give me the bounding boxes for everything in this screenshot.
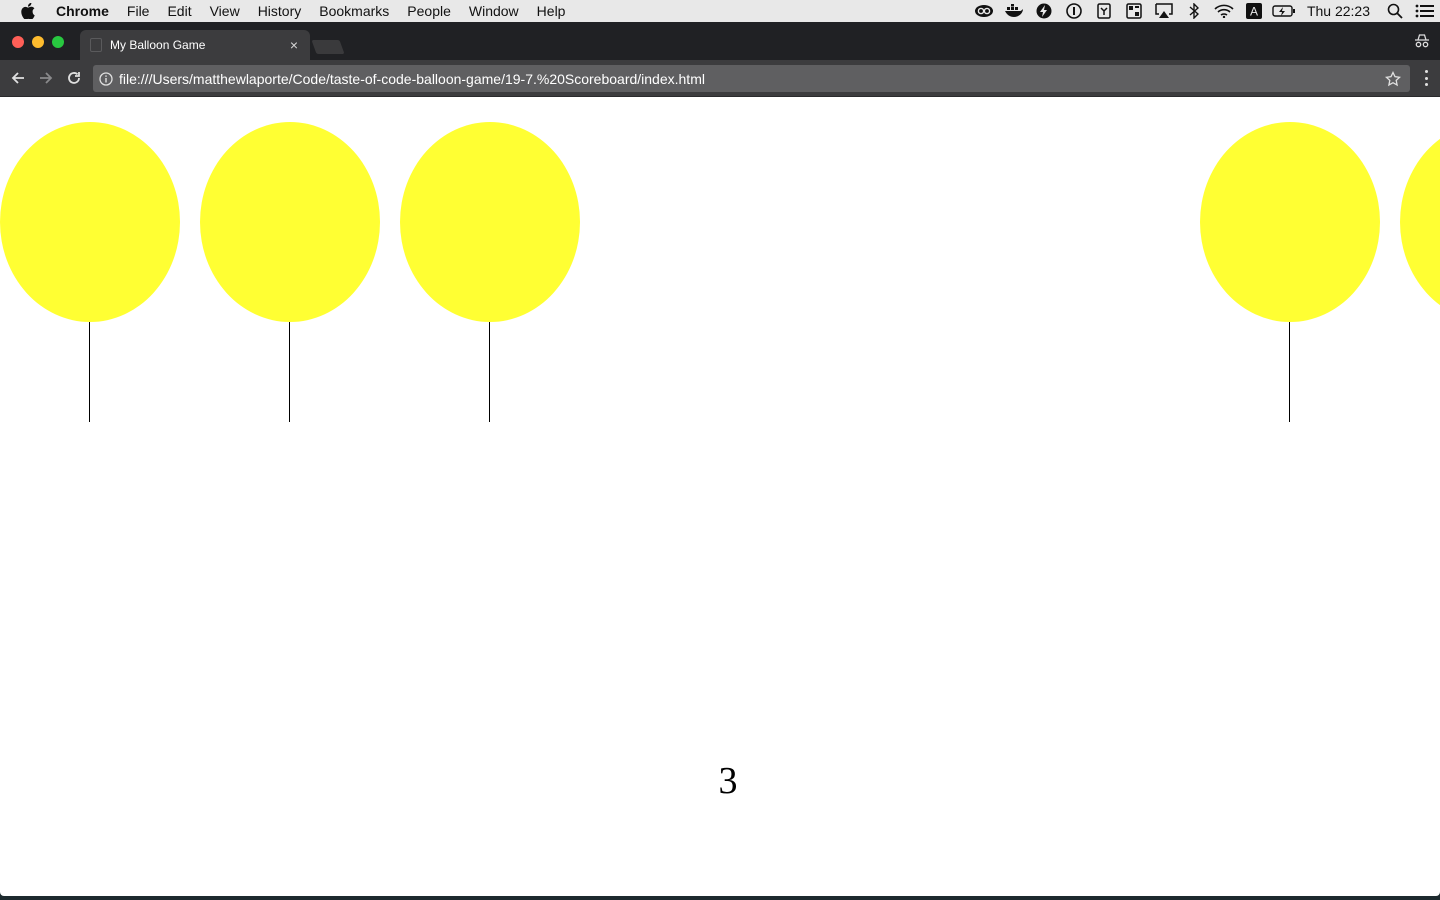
window-minimize-button[interactable] [32,36,44,48]
menu-history[interactable]: History [249,3,311,19]
menu-file[interactable]: File [118,3,159,19]
balloon-string [489,322,490,422]
contacts-icon[interactable] [1089,0,1119,22]
docker-icon[interactable] [999,0,1029,22]
reload-icon[interactable] [65,69,83,87]
menu-app-chrome[interactable]: Chrome [56,3,118,19]
balloon[interactable] [400,122,580,422]
tab-my-balloon-game[interactable]: My Balloon Game × [80,30,310,60]
menu-edit[interactable]: Edit [158,3,200,19]
url-text[interactable]: file:///Users/matthewlaporte/Code/taste-… [119,71,1384,87]
lightning-icon[interactable] [1029,0,1059,22]
window-zoom-button[interactable] [52,36,64,48]
chrome-tab-strip: My Balloon Game × [0,22,1440,60]
address-bar[interactable]: file:///Users/matthewlaporte/Code/taste-… [93,65,1410,92]
forward-arrow-icon[interactable] [37,69,55,87]
balloon-body[interactable] [200,122,380,322]
menu-bookmarks[interactable]: Bookmarks [310,3,398,19]
balloon-body[interactable] [1400,122,1440,322]
tab-title: My Balloon Game [110,38,206,52]
balloon-body[interactable] [400,122,580,322]
balloon-body[interactable] [1200,122,1380,322]
chrome-menu-icon[interactable] [1424,70,1428,86]
grid-icon[interactable] [1119,0,1149,22]
balloon-body[interactable] [0,122,180,322]
balloon-string [289,322,290,422]
airplay-icon[interactable] [1149,0,1179,22]
wifi-icon[interactable] [1209,0,1239,22]
macos-menu-bar: Chrome File Edit View History Bookmarks … [0,0,1440,22]
window-close-button[interactable] [12,36,24,48]
incognito-icon[interactable] [1414,34,1430,48]
scoreboard: 3 [718,760,738,802]
menu-window[interactable]: Window [460,3,528,19]
page-favicon-icon [90,38,102,52]
notification-center-icon[interactable] [1410,0,1440,22]
1password-icon[interactable] [1059,0,1089,22]
status-area: A Thu 22:23 [969,0,1440,22]
menu-help[interactable]: Help [528,3,575,19]
balloon-string [1289,322,1290,422]
battery-icon[interactable] [1269,0,1299,22]
page-viewport: 3 [0,97,1440,896]
site-info-icon[interactable] [99,71,113,86]
balloon[interactable] [1400,122,1440,422]
bluetooth-icon[interactable] [1179,0,1209,22]
balloon[interactable] [0,122,180,422]
menubar-clock[interactable]: Thu 22:23 [1299,3,1380,19]
balloon[interactable] [200,122,380,422]
menu-people[interactable]: People [398,3,460,19]
menu-view[interactable]: View [201,3,249,19]
bookmark-star-icon[interactable] [1384,70,1402,88]
chrome-toolbar: file:///Users/matthewlaporte/Code/taste-… [0,60,1440,97]
desktop-background [0,896,1440,900]
balloon[interactable] [1200,122,1380,422]
new-tab-button[interactable] [311,40,345,54]
input-source-icon[interactable]: A [1239,0,1269,22]
apple-menu-icon[interactable] [0,3,56,19]
creative-cloud-icon[interactable] [969,0,999,22]
balloon-string [89,322,90,422]
back-arrow-icon[interactable] [9,69,27,87]
input-source-label: A [1250,5,1258,19]
tab-close-icon[interactable]: × [284,37,304,53]
spotlight-icon[interactable] [1380,0,1410,22]
